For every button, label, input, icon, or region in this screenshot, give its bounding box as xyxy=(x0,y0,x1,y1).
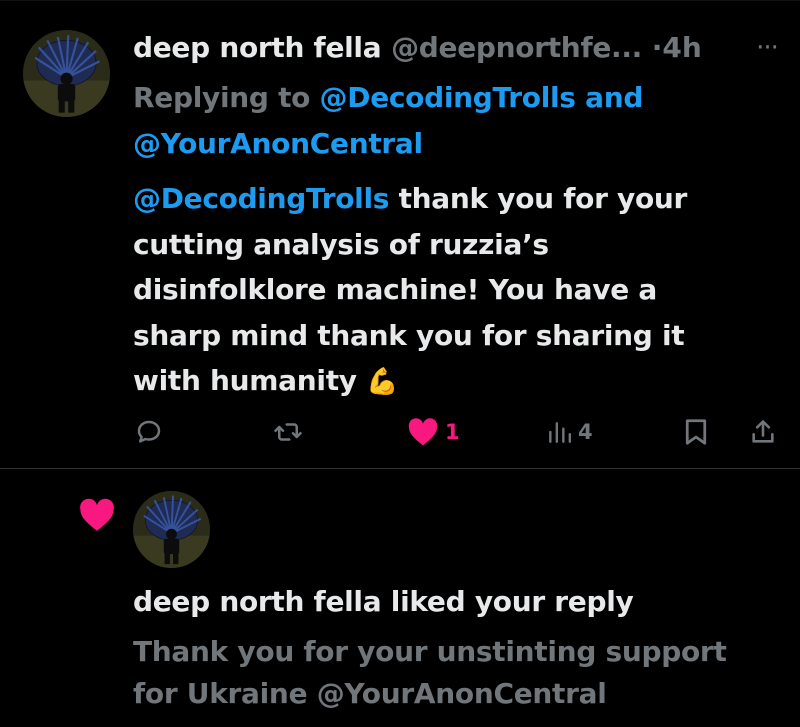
avatar[interactable] xyxy=(133,491,210,568)
replying-to: Replying to @DecodingTrolls and @YourAno… xyxy=(133,75,753,167)
flexed-biceps-emoji: 💪 xyxy=(366,367,399,397)
mention-link[interactable]: @DecodingTrolls xyxy=(133,182,389,215)
tweet[interactable]: deep north fella @deepnorthfe... ·4h ···… xyxy=(0,0,800,468)
bookmark-button[interactable] xyxy=(683,412,709,452)
heart-icon xyxy=(408,418,438,446)
avatar-image xyxy=(133,491,210,568)
avatar[interactable] xyxy=(23,30,110,117)
views-icon xyxy=(549,422,572,443)
share-button[interactable] xyxy=(749,412,777,452)
liked-reply-text: Thank you for your unstinting support fo… xyxy=(133,635,727,710)
tweet-text: @DecodingTrolls thank you for your cutti… xyxy=(133,182,688,397)
timestamp[interactable]: 4h xyxy=(662,31,701,64)
share-icon xyxy=(752,420,774,443)
reply-button[interactable] xyxy=(134,412,164,452)
user-handle[interactable]: @deepnorthfe... xyxy=(391,31,642,64)
display-name[interactable]: deep north fella xyxy=(133,31,382,64)
views-button[interactable]: 4 xyxy=(546,412,593,452)
replying-mention-link[interactable]: @DecodingTrolls and xyxy=(320,81,644,114)
tweet-header: deep north fella @deepnorthfe... ·4h xyxy=(133,28,773,76)
avatar-image xyxy=(23,30,110,117)
heart-icon xyxy=(80,498,114,531)
retweet-button[interactable] xyxy=(272,412,304,452)
retweet-icon xyxy=(274,423,302,441)
replying-mention-link[interactable]: @YourAnonCentral xyxy=(133,127,423,160)
like-count: 1 xyxy=(445,420,460,444)
bookmark-icon xyxy=(685,419,707,445)
tweet-actions: 1 4 xyxy=(0,412,800,452)
notification-title: deep north fella liked your reply xyxy=(133,585,634,618)
reply-icon xyxy=(137,420,161,443)
like-button[interactable]: 1 xyxy=(407,412,460,452)
more-options-button[interactable]: ··· xyxy=(750,28,784,68)
replying-to-label: Replying to xyxy=(133,81,320,114)
like-notification[interactable]: deep north fella liked your reply Thank … xyxy=(0,469,800,727)
separator-dot: · xyxy=(651,31,663,64)
views-count: 4 xyxy=(578,420,593,444)
